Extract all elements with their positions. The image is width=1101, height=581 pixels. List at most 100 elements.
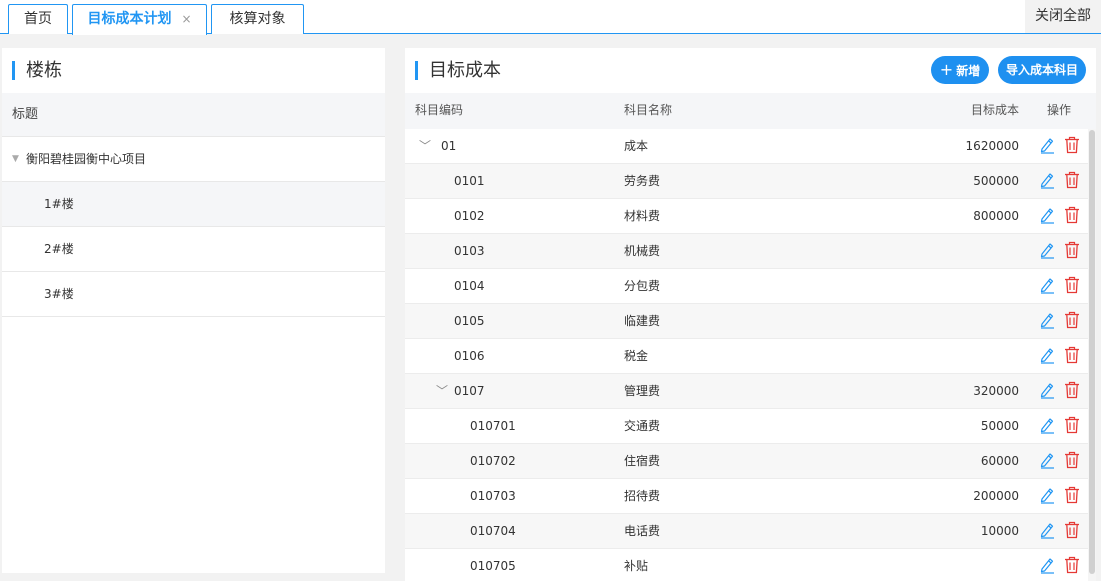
cell-name: 管理费: [624, 384, 661, 398]
building-panel-header: 楼栋: [2, 48, 385, 93]
pencil-icon[interactable]: [1039, 346, 1055, 364]
add-button-label: 新增: [956, 64, 981, 78]
caret-down-icon[interactable]: ▼: [12, 137, 19, 182]
pencil-icon[interactable]: [1039, 486, 1055, 504]
close-all-button[interactable]: 关闭全部: [1025, 0, 1101, 33]
pencil-icon[interactable]: [1039, 451, 1055, 469]
target-cost-header: 目标成本: [405, 48, 1096, 93]
add-button[interactable]: + 新增: [931, 56, 989, 84]
cell-name: 电话费: [624, 524, 661, 538]
building-tree: ▼ 衡阳碧桂园衡中心项目 1#楼 2#楼 3#楼: [2, 137, 385, 317]
row-actions: [1039, 311, 1083, 331]
row-actions: [1039, 416, 1083, 436]
pencil-icon[interactable]: [1039, 521, 1055, 539]
tab-home-label: 首页: [24, 11, 52, 27]
table-row[interactable]: 010703 招待费 200000: [405, 479, 1096, 514]
trash-icon[interactable]: [1064, 136, 1080, 154]
table-header: 科目编码 科目名称 目标成本 操作: [405, 93, 1096, 129]
table-row[interactable]: ﹀ 01 成本 1620000: [405, 129, 1096, 164]
table-row[interactable]: 0105 临建费: [405, 304, 1096, 339]
title-accent-bar: [415, 61, 418, 80]
row-actions: [1039, 136, 1083, 156]
pencil-icon[interactable]: [1039, 171, 1055, 189]
trash-icon[interactable]: [1064, 416, 1080, 434]
tab-accounting-object[interactable]: 核算对象: [211, 4, 304, 34]
cell-name: 成本: [624, 139, 649, 153]
pencil-icon[interactable]: [1039, 241, 1055, 259]
cell-code: 010704: [470, 524, 516, 538]
cell-code: 0106: [454, 349, 485, 363]
pencil-icon[interactable]: [1039, 381, 1055, 399]
table-row[interactable]: 010704 电话费 10000: [405, 514, 1096, 549]
pencil-icon[interactable]: [1039, 556, 1055, 574]
scrollbar-thumb[interactable]: [1089, 130, 1095, 574]
cell-name: 机械费: [624, 244, 661, 258]
row-actions: [1039, 276, 1083, 296]
table-row[interactable]: 0103 机械费: [405, 234, 1096, 269]
pencil-icon[interactable]: [1039, 136, 1055, 154]
target-cost-panel: 目标成本 + 新增 导入成本科目 科目编码 科目名称 目标成本 操作 ﹀ 01 成本 1…: [405, 48, 1096, 581]
row-actions: [1039, 206, 1083, 226]
trash-icon[interactable]: [1064, 451, 1080, 469]
column-header-name[interactable]: 科目名称: [624, 93, 672, 127]
cell-code: 0101: [454, 174, 485, 188]
tree-node-label: 3#楼: [44, 287, 74, 301]
chevron-down-icon[interactable]: ﹀: [436, 374, 448, 409]
row-actions: [1039, 556, 1083, 576]
cell-code: 010701: [470, 419, 516, 433]
building-panel-title: 楼栋: [26, 60, 62, 81]
trash-icon[interactable]: [1064, 171, 1080, 189]
tab-home[interactable]: 首页: [8, 4, 68, 34]
table-row[interactable]: 0104 分包费: [405, 269, 1096, 304]
cell-target-cost: 200000: [973, 489, 1019, 503]
trash-icon[interactable]: [1064, 556, 1080, 574]
import-cost-subject-button[interactable]: 导入成本科目: [998, 56, 1086, 84]
tree-node-building-1[interactable]: 1#楼: [2, 182, 385, 227]
trash-icon[interactable]: [1064, 276, 1080, 294]
trash-icon[interactable]: [1064, 521, 1080, 539]
table-row[interactable]: 010702 住宿费 60000: [405, 444, 1096, 479]
pencil-icon[interactable]: [1039, 311, 1055, 329]
table-row[interactable]: 010705 补贴: [405, 549, 1096, 581]
table-row[interactable]: ﹀ 0107 管理费 320000: [405, 374, 1096, 409]
import-button-label: 导入成本科目: [1005, 63, 1078, 77]
pencil-icon[interactable]: [1039, 276, 1055, 294]
tab-close-icon[interactable]: ×: [181, 12, 191, 26]
pencil-icon[interactable]: [1039, 206, 1055, 224]
column-header-ops: 操作: [1047, 103, 1072, 117]
cell-code: 010703: [470, 489, 516, 503]
table-row[interactable]: 0101 劳务费 500000: [405, 164, 1096, 199]
row-actions: [1039, 486, 1083, 506]
table-row[interactable]: 0102 材料费 800000: [405, 199, 1096, 234]
table-row[interactable]: 010701 交通费 50000: [405, 409, 1096, 444]
chevron-down-icon[interactable]: ﹀: [419, 129, 431, 164]
trash-icon[interactable]: [1064, 311, 1080, 329]
tree-node-building-2[interactable]: 2#楼: [2, 227, 385, 272]
cell-target-cost: 50000: [980, 419, 1019, 433]
cell-code: 0103: [454, 244, 485, 258]
table-row[interactable]: 0106 税金: [405, 339, 1096, 374]
cell-code: 0102: [454, 209, 485, 223]
trash-icon[interactable]: [1064, 486, 1080, 504]
tab-target-cost-plan-label: 目标成本计划: [87, 11, 172, 27]
cell-target-cost: 10000: [980, 524, 1019, 538]
column-header-code[interactable]: 科目编码: [415, 93, 463, 127]
cell-name: 招待费: [624, 489, 661, 503]
cell-name: 临建费: [624, 314, 661, 328]
cell-code: 0105: [454, 314, 485, 328]
trash-icon[interactable]: [1064, 206, 1080, 224]
tree-node-building-3[interactable]: 3#楼: [2, 272, 385, 317]
trash-icon[interactable]: [1064, 241, 1080, 259]
tab-accounting-object-label: 核算对象: [229, 11, 286, 27]
tab-target-cost-plan[interactable]: 目标成本计划 ×: [72, 4, 207, 35]
row-actions: [1039, 521, 1083, 541]
cell-target-cost: 1620000: [965, 139, 1019, 153]
pencil-icon[interactable]: [1039, 416, 1055, 434]
tree-node-project[interactable]: ▼ 衡阳碧桂园衡中心项目: [2, 137, 385, 182]
cell-name: 住宿费: [624, 454, 661, 468]
trash-icon[interactable]: [1064, 346, 1080, 364]
trash-icon[interactable]: [1064, 381, 1080, 399]
cell-target-cost: 800000: [973, 209, 1019, 223]
column-header-target[interactable]: 目标成本: [971, 93, 1019, 127]
cell-name: 交通费: [624, 419, 661, 433]
